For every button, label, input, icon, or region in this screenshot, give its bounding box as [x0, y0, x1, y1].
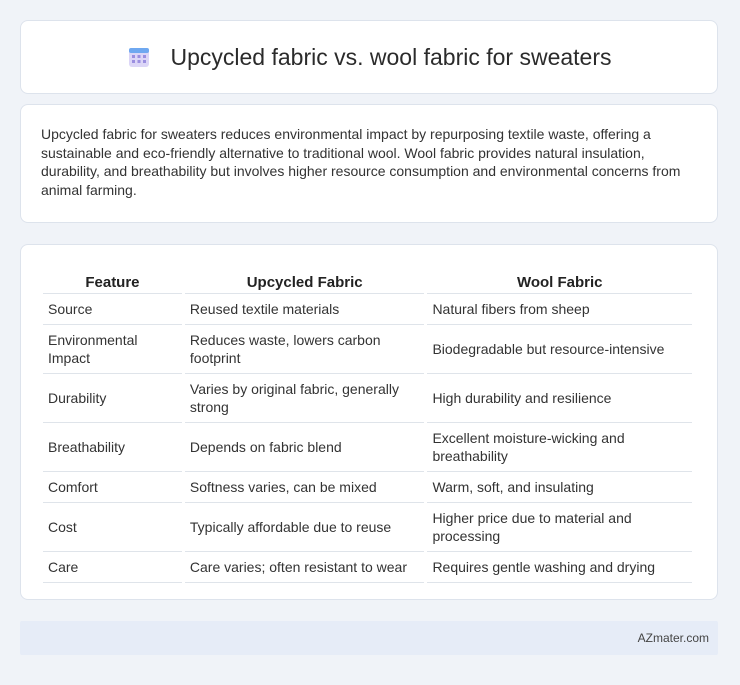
table-row: Source Reused textile materials Natural … — [43, 294, 692, 325]
intro-text: Upcycled fabric for sweaters reduces env… — [41, 126, 681, 198]
table-header-row: Feature Upcycled Fabric Wool Fabric — [43, 265, 692, 294]
cell-wool: Natural fibers from sheep — [427, 294, 692, 325]
footer: AZmater.com — [20, 621, 718, 655]
cell-feature: Care — [43, 552, 182, 583]
table-row: Comfort Softness varies, can be mixed Wa… — [43, 472, 692, 503]
cell-feature: Durability — [43, 374, 182, 423]
cell-wool: Excellent moisture-wicking and breathabi… — [427, 423, 692, 472]
cell-upcycled: Softness varies, can be mixed — [184, 472, 425, 503]
calendar-icon — [128, 48, 149, 67]
page-title: Upcycled fabric vs. wool fabric for swea… — [170, 43, 612, 70]
intro-card: Upcycled fabric for sweaters reduces env… — [20, 104, 718, 223]
title-card: Upcycled fabric vs. wool fabric for swea… — [20, 20, 718, 94]
cell-upcycled: Reduces waste, lowers carbon footprint — [184, 325, 425, 374]
table-row: Environmental Impact Reduces waste, lowe… — [43, 325, 692, 374]
cell-upcycled: Depends on fabric blend — [184, 423, 425, 472]
table-row: Durability Varies by original fabric, ge… — [43, 374, 692, 423]
cell-upcycled: Varies by original fabric, generally str… — [184, 374, 425, 423]
footer-brand: AZmater.com — [637, 631, 709, 645]
header-upcycled: Upcycled Fabric — [184, 265, 425, 294]
comparison-table: Feature Upcycled Fabric Wool Fabric Sour… — [40, 265, 695, 583]
cell-upcycled: Reused textile materials — [184, 294, 425, 325]
cell-wool: Warm, soft, and insulating — [427, 472, 692, 503]
cell-wool: High durability and resilience — [427, 374, 692, 423]
cell-feature: Source — [43, 294, 182, 325]
header-feature: Feature — [43, 265, 182, 294]
header-wool: Wool Fabric — [427, 265, 692, 294]
cell-feature: Cost — [43, 503, 182, 552]
table-row: Breathability Depends on fabric blend Ex… — [43, 423, 692, 472]
cell-upcycled: Care varies; often resistant to wear — [184, 552, 425, 583]
table-row: Cost Typically affordable due to reuse H… — [43, 503, 692, 552]
comparison-card: Feature Upcycled Fabric Wool Fabric Sour… — [20, 244, 718, 600]
cell-feature: Breathability — [43, 423, 182, 472]
cell-feature: Comfort — [43, 472, 182, 503]
cell-wool: Requires gentle washing and drying — [427, 552, 692, 583]
cell-wool: Biodegradable but resource-intensive — [427, 325, 692, 374]
cell-wool: Higher price due to material and process… — [427, 503, 692, 552]
table-row: Care Care varies; often resistant to wea… — [43, 552, 692, 583]
cell-upcycled: Typically affordable due to reuse — [184, 503, 425, 552]
cell-feature: Environmental Impact — [43, 325, 182, 374]
